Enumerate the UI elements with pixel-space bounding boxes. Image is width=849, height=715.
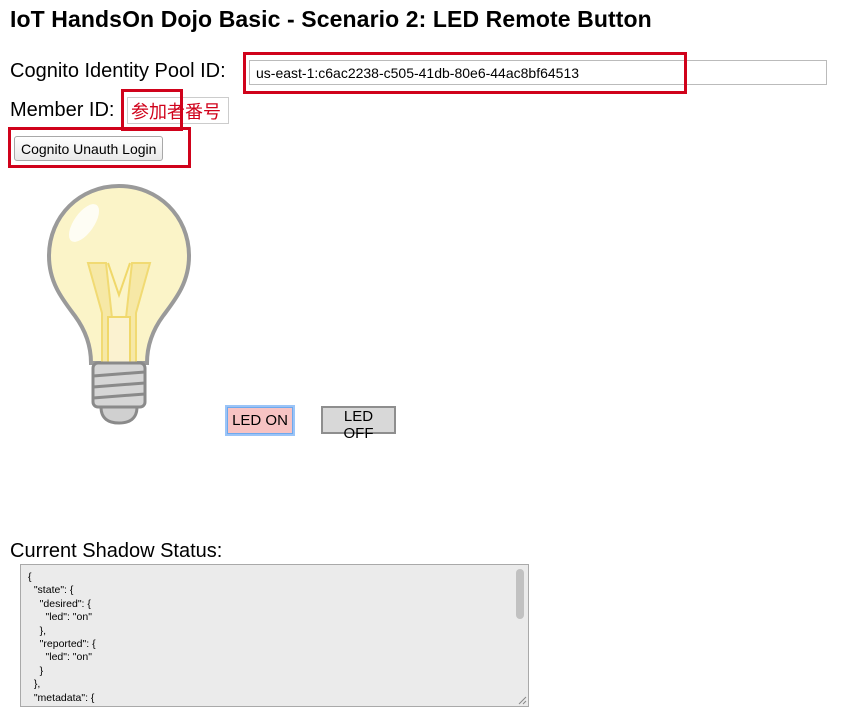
light-bulb-icon (46, 183, 192, 425)
resize-grip-icon[interactable] (517, 695, 527, 705)
shadow-status-text: { "state": { "desired": { "led": "on" },… (28, 571, 96, 706)
member-id-input[interactable] (127, 97, 229, 124)
member-id-label: Member ID: (10, 99, 115, 121)
led-on-button[interactable]: LED ON (225, 405, 295, 436)
shadow-status-label: Current Shadow Status: (10, 540, 223, 562)
shadow-scrollbar[interactable] (515, 567, 526, 692)
led-off-button[interactable]: LED OFF (321, 406, 396, 442)
page-title: IoT HandsOn Dojo Basic - Scenario 2: LED… (10, 6, 652, 32)
shadow-status-textarea[interactable]: { "state": { "desired": { "led": "on" },… (20, 564, 529, 707)
cognito-login-button[interactable]: Cognito Unauth Login (14, 136, 164, 161)
identity-pool-input[interactable] (249, 60, 827, 85)
scrollbar-thumb[interactable] (516, 569, 524, 619)
identity-pool-label: Cognito Identity Pool ID: (10, 60, 226, 82)
